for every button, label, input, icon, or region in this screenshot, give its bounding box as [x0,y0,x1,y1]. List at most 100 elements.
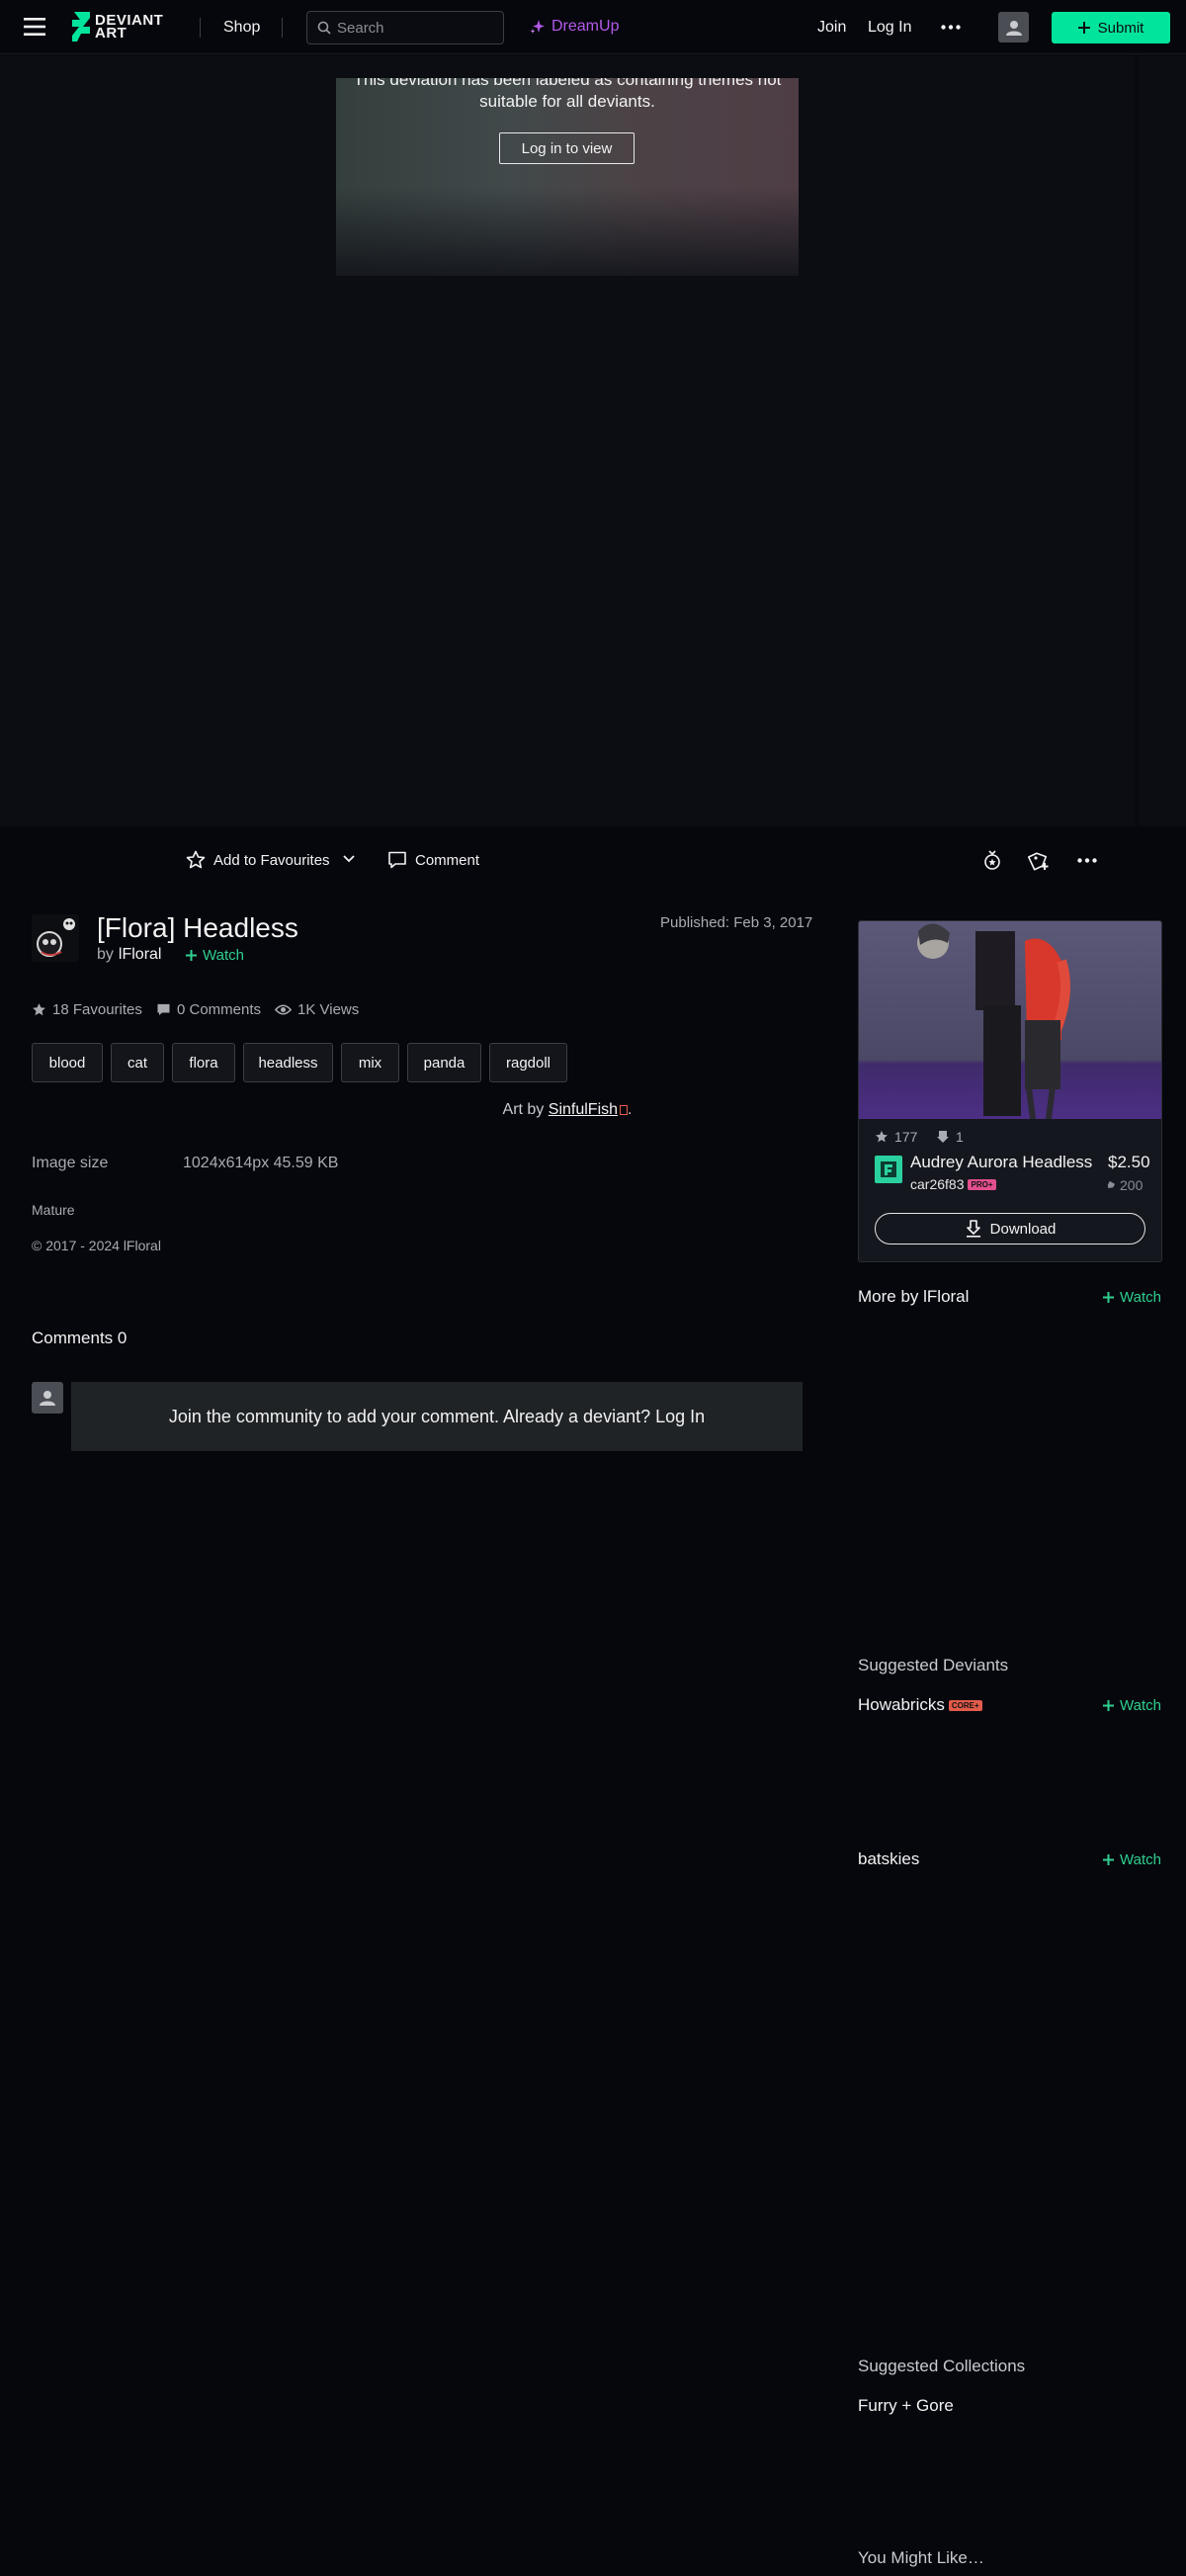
points-icon [1107,1180,1116,1188]
card-downloads-count: 1 [956,1129,964,1145]
author-avatar[interactable] [32,914,79,962]
card-author-avatar[interactable] [875,1156,902,1183]
comments-stat: 0 Comments [156,1001,261,1018]
tag-chip[interactable]: headless [243,1043,333,1082]
nav-divider [200,18,201,38]
plus-icon [1103,1700,1114,1711]
plus-icon [186,950,197,961]
tip-points-icon[interactable] [1028,849,1050,871]
art-by-suffix: . [628,1101,633,1118]
by-label: by [97,946,114,963]
download-button[interactable]: Download [875,1213,1145,1245]
login-link[interactable]: Log In [868,19,911,37]
card-favourites-count: 177 [894,1129,918,1145]
tag-chip[interactable]: cat [111,1043,164,1082]
plus-icon [1103,1854,1114,1865]
art-by-prefix: Art by [502,1101,545,1118]
star-outline-icon [186,850,206,869]
top-navigation-bar: DEVIANT ART Shop DreamUp Join Log In Sub… [0,0,1186,54]
comment-bubble-icon [388,851,406,869]
shop-link[interactable]: Shop [223,19,260,37]
watch-button[interactable]: Watch [1103,1697,1161,1714]
join-community-prompt[interactable]: Join the community to add your comment. … [71,1382,803,1451]
deviant-name[interactable]: Howabricks [858,1695,945,1715]
download-label: Download [989,1220,1057,1238]
nav-divider [282,18,283,38]
deviation-title: [Flora] Headless [97,912,298,943]
log-in-to-view-button[interactable]: Log in to view [499,132,635,164]
premium-content-thumbnail[interactable] [859,921,1161,1119]
external-link-icon [620,1104,629,1115]
chevron-down-icon[interactable] [342,854,356,864]
eye-icon [275,1004,292,1015]
deviation-stage: This deviation has been labeled as conta… [0,55,1186,826]
sparkle-icon [530,20,545,34]
core-plus-badge: CORE+ [948,1699,982,1711]
stage-edge [1135,55,1139,826]
more-actions-icon[interactable] [1077,858,1097,863]
download-icon [937,1131,949,1143]
views-stat: 1K Views [275,1001,359,1018]
deviantart-logo-icon [72,12,90,42]
suggested-deviants-header: Suggested Deviants [858,1656,1009,1674]
mature-content-overlay: This deviation has been labeled as conta… [336,78,799,276]
card-author-name: car26f83 [910,1176,965,1192]
mature-label: Mature [32,1202,75,1218]
comment-button[interactable]: Comment [387,850,479,870]
pro-plus-badge: PRO+ [968,1178,996,1190]
submit-button[interactable]: Submit [1052,12,1170,43]
watch-author-button[interactable]: Watch [186,947,244,964]
mature-warning-line-1: This deviation has been labeled as conta… [353,78,782,89]
star-icon [876,1131,888,1143]
image-size-value: 1024x614px 45.59 KB [183,1155,339,1171]
comment-bubble-icon [157,1003,170,1016]
more-options-icon[interactable] [941,25,961,30]
views-count: 1K Views [297,1001,360,1018]
deviant-name[interactable]: batskies [858,1849,919,1869]
download-icon [966,1220,980,1238]
hamburger-menu-icon[interactable] [24,17,45,37]
comment-label: Comment [415,851,480,869]
card-title[interactable]: Audrey Aurora Headless [910,1153,1092,1172]
you-might-like-header: You Might Like… [858,2548,984,2567]
card-price: $2.50 [1108,1153,1150,1171]
suggested-deviant-row[interactable]: Howabricks CORE+ [858,1695,982,1715]
deviantart-logo[interactable]: DEVIANT ART [71,12,163,42]
avatar-placeholder-icon[interactable] [998,12,1029,43]
premium-content-card[interactable]: 177 1 Audrey Aurora Headless $2.50 car26… [858,920,1162,1262]
comments-header: Comments 0 [32,1329,127,1347]
tag-chip[interactable]: mix [341,1043,399,1082]
star-icon [33,1003,45,1016]
watch-label: Watch [1120,1697,1161,1714]
add-to-favourites-button[interactable]: Add to Favourites [186,850,330,870]
art-by-link[interactable]: SinfulFish [549,1101,618,1118]
tag-chip[interactable]: panda [407,1043,481,1082]
watch-button[interactable]: Watch [1103,1851,1161,1868]
mature-warning-line-2: suitable for all deviants. [479,92,655,111]
watch-label: Watch [1120,1289,1161,1306]
tag-chip[interactable]: blood [32,1043,103,1082]
watch-label: Watch [1120,1851,1161,1868]
collection-link[interactable]: Furry + Gore [858,2396,954,2416]
card-favourites: 177 [875,1129,917,1145]
dreamup-link[interactable]: DreamUp [530,18,619,36]
tag-chip[interactable]: flora [172,1043,235,1082]
search-input[interactable] [337,12,495,43]
more-by-header[interactable]: More by lFloral [858,1287,969,1307]
comments-count: 0 Comments [177,1001,262,1018]
search-box[interactable] [306,11,504,44]
badge-gift-icon[interactable] [981,849,1003,871]
join-link[interactable]: Join [817,19,846,37]
author-link[interactable]: lFloral [119,946,162,964]
watch-button[interactable]: Watch [1103,1289,1161,1306]
submit-label: Submit [1097,19,1144,37]
card-downloads: 1 [936,1129,964,1145]
favourites-count: 18 Favourites [52,1001,142,1018]
published-date: Published: Feb 3, 2017 [660,914,813,931]
suggested-collections-header: Suggested Collections [858,2357,1026,2375]
card-points-value: 200 [1120,1177,1144,1193]
tag-chip[interactable]: ragdoll [489,1043,567,1082]
favourites-stat: 18 Favourites [32,1001,142,1018]
card-author[interactable]: car26f83 PRO+ [910,1176,996,1192]
card-points: 200 [1106,1177,1143,1193]
